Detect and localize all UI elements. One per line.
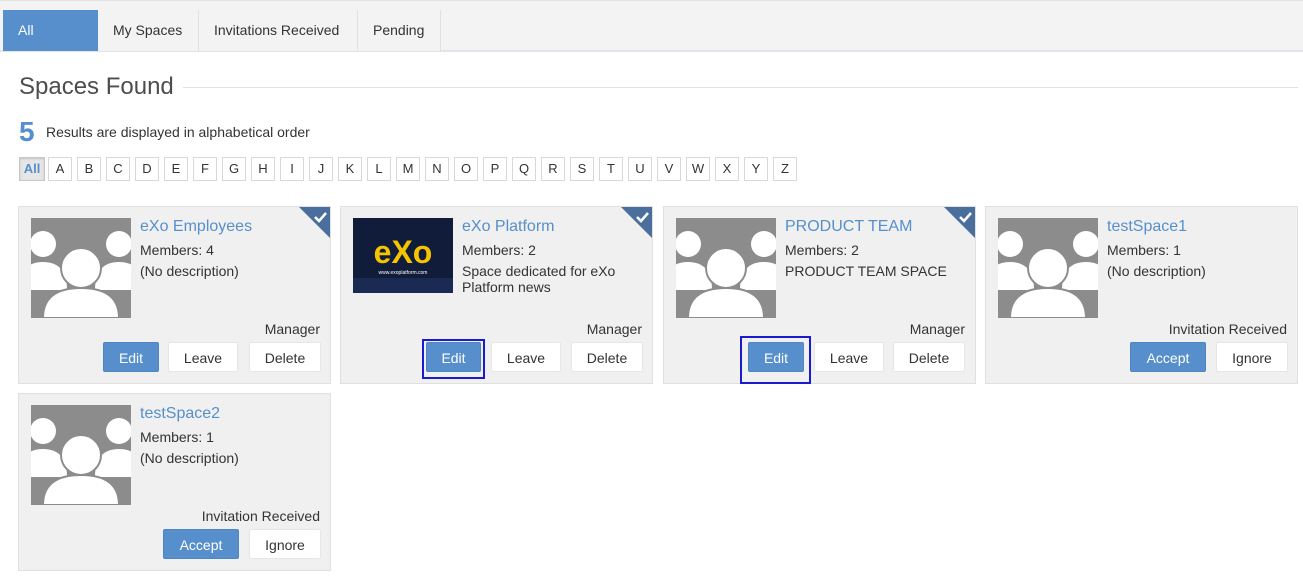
- alphabet-letter-o[interactable]: O: [454, 157, 478, 181]
- space-members: Members: 1: [140, 429, 214, 445]
- tab-pending[interactable]: Pending: [358, 10, 441, 51]
- alphabet-letter-k[interactable]: K: [338, 157, 362, 181]
- alphabet-letter-n[interactable]: N: [425, 157, 449, 181]
- alphabet-letter-q[interactable]: Q: [512, 157, 536, 181]
- alphabet-letter-t[interactable]: T: [599, 157, 623, 181]
- space-role: Manager: [264, 321, 320, 337]
- alphabet-letter-c[interactable]: C: [106, 157, 130, 181]
- alphabet-letter-p[interactable]: P: [483, 157, 507, 181]
- leave-button[interactable]: Leave: [491, 342, 561, 372]
- alphabet-letter-w[interactable]: W: [686, 157, 710, 181]
- alphabet-letter-m[interactable]: M: [396, 157, 420, 181]
- ignore-button[interactable]: Ignore: [1216, 342, 1288, 372]
- space-card: eXo Employees Members: 4 (No description…: [18, 206, 331, 384]
- ignore-button[interactable]: Ignore: [249, 529, 321, 559]
- alphabet-letter-s[interactable]: S: [570, 157, 594, 181]
- alphabet-letter-x[interactable]: X: [715, 157, 739, 181]
- alphabet-letter-d[interactable]: D: [135, 157, 159, 181]
- leave-button[interactable]: Leave: [168, 342, 238, 372]
- space-role: Invitation Received: [201, 508, 320, 524]
- alphabet-letter-e[interactable]: E: [164, 157, 188, 181]
- space-members: Members: 1: [1107, 242, 1181, 258]
- accept-button[interactable]: Accept: [1130, 342, 1206, 372]
- accept-button[interactable]: Accept: [163, 529, 239, 559]
- tab-invitations-received[interactable]: Invitations Received: [199, 10, 358, 51]
- alphabet-letter-all[interactable]: All: [19, 157, 45, 181]
- leave-button[interactable]: Leave: [814, 342, 884, 372]
- edit-button[interactable]: Edit: [426, 342, 481, 372]
- space-members: Members: 2: [785, 242, 859, 258]
- default-avatar-icon[interactable]: [31, 218, 131, 318]
- space-role: Manager: [909, 321, 965, 337]
- alphabet-letter-f[interactable]: F: [193, 157, 217, 181]
- space-description: (No description): [140, 450, 239, 466]
- results-description: Results are displayed in alphabetical or…: [46, 124, 310, 140]
- page-title: Spaces Found: [19, 73, 174, 100]
- delete-button[interactable]: Delete: [893, 342, 965, 372]
- alphabet-letter-g[interactable]: G: [222, 157, 246, 181]
- space-role: Manager: [586, 321, 642, 337]
- exo-logo-url: www.exoplatform.com: [379, 270, 428, 276]
- alphabet-letter-a[interactable]: A: [48, 157, 72, 181]
- edit-button[interactable]: Edit: [748, 342, 804, 372]
- results-count: 5: [19, 116, 35, 147]
- default-avatar-icon[interactable]: [998, 218, 1098, 318]
- space-name-link[interactable]: testSpace2: [140, 405, 220, 423]
- alphabet-letter-y[interactable]: Y: [744, 157, 768, 181]
- delete-button[interactable]: Delete: [249, 342, 321, 372]
- space-description: Space dedicated for eXo Platform news: [462, 263, 616, 295]
- space-card: testSpace2 Members: 1 (No description) I…: [18, 393, 331, 571]
- space-card: testSpace1 Members: 1 (No description) I…: [985, 206, 1298, 384]
- alphabet-letter-b[interactable]: B: [77, 157, 101, 181]
- space-name-link[interactable]: PRODUCT TEAM: [785, 218, 912, 236]
- tab-all-spaces[interactable]: All Spaces: [3, 10, 98, 79]
- space-members: Members: 4: [140, 242, 214, 258]
- space-description: (No description): [140, 263, 239, 279]
- alphabet-letter-i[interactable]: I: [280, 157, 304, 181]
- space-filter-tabs: All Spaces My Spaces Invitations Receive…: [0, 0, 1303, 79]
- member-check-icon: [944, 207, 975, 238]
- space-card: eXo www.exoplatform.com eXo Platform Mem…: [340, 206, 653, 384]
- space-description: PRODUCT TEAM SPACE: [785, 263, 947, 279]
- space-members: Members: 2: [462, 242, 536, 258]
- tab-my-spaces[interactable]: My Spaces: [98, 10, 199, 51]
- space-card: PRODUCT TEAM Members: 2 PRODUCT TEAM SPA…: [663, 206, 976, 384]
- edit-button[interactable]: Edit: [103, 342, 159, 372]
- alphabet-letter-r[interactable]: R: [541, 157, 565, 181]
- exo-logo-text: eXo: [374, 234, 433, 270]
- exo-logo[interactable]: eXo www.exoplatform.com: [353, 218, 453, 293]
- default-avatar-icon[interactable]: [676, 218, 776, 318]
- alphabet-letter-z[interactable]: Z: [773, 157, 797, 181]
- space-name-link[interactable]: testSpace1: [1107, 218, 1187, 236]
- space-description: (No description): [1107, 263, 1206, 279]
- alphabet-letter-j[interactable]: J: [309, 157, 333, 181]
- alphabet-letter-h[interactable]: H: [251, 157, 275, 181]
- space-role: Invitation Received: [1168, 321, 1287, 337]
- alphabet-letter-u[interactable]: U: [628, 157, 652, 181]
- space-name-link[interactable]: eXo Platform: [462, 218, 554, 236]
- delete-button[interactable]: Delete: [571, 342, 643, 372]
- alphabet-letter-l[interactable]: L: [367, 157, 391, 181]
- member-check-icon: [621, 207, 652, 238]
- heading-divider: [183, 87, 1298, 88]
- default-avatar-icon[interactable]: [31, 405, 131, 505]
- space-name-link[interactable]: eXo Employees: [140, 218, 252, 236]
- member-check-icon: [299, 207, 330, 238]
- alphabet-letter-v[interactable]: V: [657, 157, 681, 181]
- spaces-page: All Spaces My Spaces Invitations Receive…: [0, 0, 1303, 580]
